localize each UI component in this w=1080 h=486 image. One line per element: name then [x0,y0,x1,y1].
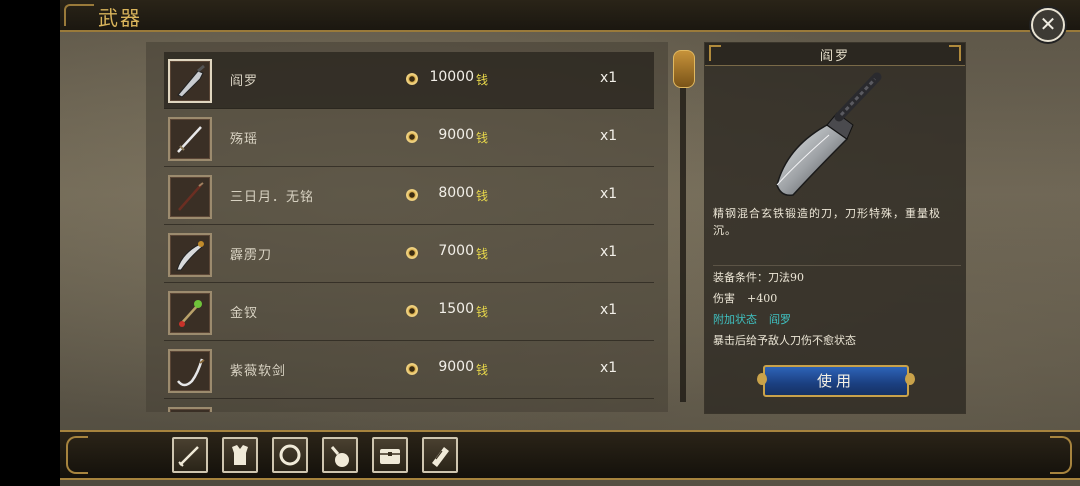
chest-category-icon [380,449,400,464]
item-name: 霹雳刀 [230,248,273,263]
item-quantity: x1 [600,70,618,86]
item-price: 9000 [438,127,474,143]
item-slot [168,291,212,335]
effect-text: 暴击后给予敌人刀伤不愈状态 [713,334,856,347]
coin-icon [406,189,418,201]
category-scroll-button[interactable] [422,437,458,473]
category-weapon-button[interactable] [172,437,208,473]
sword-icon [177,126,202,153]
item-price: 1500 [438,301,474,317]
list-scrollbar[interactable] [680,52,686,402]
scrollbar-thumb[interactable] [673,50,695,88]
bar-ornament [1050,436,1072,474]
item-quantity: x1 [600,360,618,376]
item-name: 紫薇软剑 [230,364,287,379]
item-row-mikazuki[interactable]: 三日月．无铭 8000 钱 x1 [164,168,654,225]
soft-sword-icon [177,358,205,387]
potion-category-icon [330,446,349,467]
item-price: 9000 [438,359,474,375]
item-quantity: x1 [600,128,618,144]
bar-ornament [66,436,88,474]
close-button[interactable]: ✕ [1031,8,1065,42]
broadsword-icon [177,64,205,98]
currency-label: 钱 [476,73,489,87]
category-potion-button[interactable] [322,437,358,473]
damage-value: +400 [747,292,778,305]
item-name: 殇瑶 [230,132,259,147]
requirement-value: 刀法90 [768,271,804,284]
damage-label: 伤害 [713,292,735,305]
coin-icon [406,305,418,317]
coin-icon [406,363,418,375]
category-armor-button[interactable] [222,437,258,473]
item-row-pili[interactable]: 霹雳刀 7000 钱 x1 [164,226,654,283]
item-slot [168,233,212,277]
coin-icon [406,247,418,259]
list-item[interactable] [164,400,654,412]
currency-label: 钱 [476,189,489,203]
status-stat: 附加状态 阎罗 [713,311,791,327]
item-quantity: x1 [600,244,618,260]
detail-header: 阎罗 [705,43,965,66]
requirement-stat: 装备条件：刀法90 [713,269,804,285]
currency-label: 钱 [476,305,489,319]
item-list[interactable]: 阎罗 10000 钱 x1 殇瑶 9000 钱 x1 三日月．无铭 8000 钱 [146,42,668,412]
item-price: 10000 [429,69,474,85]
currency-label: 钱 [476,247,489,261]
detail-title: 阎罗 [819,49,850,64]
title-ornament [64,4,94,26]
window-title: 武器 [98,6,142,30]
item-name: 金钗 [230,306,259,321]
item-slot [168,175,212,219]
weapon-category-icon [178,446,199,467]
item-row-jinchai[interactable]: 金钗 1500 钱 x1 [164,284,654,341]
item-row-yanluo[interactable]: 阎罗 10000 钱 x1 [164,52,654,109]
weapon-preview-image [776,72,882,197]
item-quantity: x1 [600,186,618,202]
item-price: 7000 [438,243,474,259]
item-price: 8000 [438,185,474,201]
curved-blade-icon [176,241,204,271]
item-row-ziwei[interactable]: 紫薇软剑 9000 钱 x1 [164,342,654,399]
status-value: 阎罗 [769,313,791,326]
item-row-shangyao[interactable]: 殇瑶 9000 钱 x1 [164,110,654,167]
spear-icon [178,182,204,211]
use-button[interactable]: 使用 [757,365,915,397]
category-bar [60,430,1080,480]
close-icon: ✕ [1039,12,1057,36]
hairpin-icon [179,300,202,327]
currency-label: 钱 [476,363,489,377]
item-quantity: x1 [600,302,618,318]
requirement-label: 装备条件： [713,271,768,284]
item-name: 阎罗 [230,74,259,89]
item-description: 精钢混合玄铁锻造的刀，刀形特殊，重量极沉。 [713,207,941,237]
coin-icon [406,73,418,85]
item-slot [168,407,212,412]
category-chest-button[interactable] [372,437,408,473]
item-name: 三日月．无铭 [230,190,315,205]
item-detail-panel: 阎罗 精钢混合玄铁锻造的刀，刀形特殊，重量极沉。 装备条件：刀法90 伤害 +40… [704,42,966,414]
currency-label: 钱 [476,131,489,145]
status-label: 附加状态 [713,313,757,326]
ring-category-icon [279,444,301,466]
item-slot [168,349,212,393]
divider [713,265,961,266]
item-slot [168,59,212,103]
title-bar [60,0,1080,32]
scroll-category-icon [432,447,449,467]
corner-ornament [949,45,961,61]
armor-category-icon [232,445,248,465]
category-ring-button[interactable] [272,437,308,473]
item-slot [168,117,212,161]
damage-stat: 伤害 +400 [713,290,777,306]
coin-icon [406,131,418,143]
